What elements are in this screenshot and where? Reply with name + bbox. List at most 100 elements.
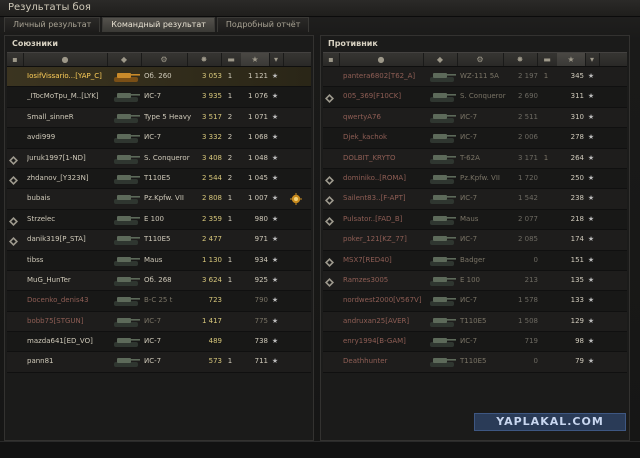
player-row[interactable]: tibss Maus 1 130 1 934 ★ [7,250,311,271]
player-row[interactable]: bubais Pz.Kpfw. VII 2 808 1 1 007 ★ [7,189,311,210]
medal-icon[interactable] [290,193,302,206]
tank-name: ИС-7 [144,357,162,366]
player-row[interactable]: Strzelec E 100 2 359 1 980 ★ [7,209,311,231]
tank-type-column-icon[interactable]: ◆ [107,53,142,66]
bottom-bar [0,441,640,458]
tank-name: В-С 25 t [144,296,173,305]
player-row[interactable]: poker_121[KZ_77] ИС-7 2 085 174 ★ [323,230,627,251]
player-row[interactable]: MuG_HunTer Об. 268 3 624 1 925 ★ [7,270,311,292]
tank-name: ИС-7 [460,296,478,305]
star-icon: ★ [587,235,595,244]
platoon-icon [9,154,18,165]
frags-value: 1 [543,72,549,80]
frags-value [541,271,551,290]
player-row[interactable]: Ramzes3005 E 100 213 135 ★ [323,270,627,292]
player-row[interactable]: Pulsator..[FAD_B] Maus 2 077 218 ★ [323,209,627,231]
frags-column-icon[interactable]: ▬ [537,53,558,66]
player-column-icon[interactable]: ● [339,53,424,66]
xp-column-icon[interactable]: ★ [557,53,586,66]
frags-value [541,230,551,249]
player-column-icon[interactable]: ● [23,53,108,66]
tank-icon [427,151,457,166]
xp-value: 971 [254,235,268,244]
player-row[interactable]: _ITocMoTpu_M..[LYK] ИС-7 3 935 1 1 076 ★ [7,87,311,108]
allies-title: Союзники [12,39,58,48]
enemies-panel: Противник ▪ ● ◆ ⚙ ✸ ▬ ★ ▾ pantera6802[T6… [320,35,630,441]
damage-column-icon[interactable]: ✸ [503,53,538,66]
frags-value [225,332,235,351]
tank-name: Maus [460,214,479,223]
tank-icon [111,191,141,206]
xp-column-icon[interactable]: ★ [241,53,270,66]
damage-column-icon[interactable]: ✸ [187,53,222,66]
star-icon: ★ [271,357,279,366]
player-name: qwertyA76 [343,112,381,121]
player-name: Pulsator..[FAD_B] [343,214,403,223]
damage-value: 0 [533,357,538,366]
tab-personal-result[interactable]: Личный результат [4,17,101,32]
player-row[interactable]: 005_369[F10CK] S. Conqueror 2 690 311 ★ [323,87,627,108]
xp-value: 278 [570,133,584,142]
xp-value: 310 [570,112,584,121]
damage-value: 719 [524,337,538,346]
player-row[interactable]: bobb75[STGUN] ИС-7 1 417 775 ★ [7,311,311,333]
tank-name: Maus [144,255,163,264]
tank-column-icon[interactable]: ⚙ [141,53,188,66]
player-name: nordwest2000[V567V] [343,296,422,305]
xp-value: 934 [254,255,268,264]
allies-panel: Союзники ▪ ● ◆ ⚙ ✸ ▬ ★ ▾ IosifVissario..… [4,35,314,441]
tank-name: T-62A [460,153,480,162]
player-name: Strzelec [27,214,56,223]
tank-column-icon[interactable]: ⚙ [457,53,504,66]
tank-name: E 100 [460,275,481,284]
platoon-column-icon[interactable]: ▪ [323,53,340,66]
tank-name: Pz.Kpfw. VII [144,194,184,203]
player-row[interactable]: Juruk1997[1-ND] S. Conqueror 3 408 2 1 048 ★ [7,148,311,169]
player-row[interactable]: IosifVissario...[YAP_C] Об. 260 3 053 1 1 12… [7,67,311,88]
tank-icon [427,232,457,247]
star-icon: ★ [587,296,595,305]
tank-type-column-icon[interactable]: ◆ [423,53,458,66]
xp-value: 218 [570,214,584,223]
star-icon: ★ [587,72,595,80]
damage-value: 1 578 [517,296,538,305]
tab-detailed-report[interactable]: Подробный отчёт [216,17,310,32]
player-name: mazda641[ED_VO] [27,337,93,346]
star-icon: ★ [587,337,595,346]
damage-value: 213 [524,275,538,284]
medals-column-icon[interactable]: ▾ [269,53,284,66]
player-name: danik319[P_STA] [27,235,86,244]
player-row[interactable]: zhdanov_[Y323N] T110E5 2 544 2 1 045 ★ [7,168,311,190]
player-row[interactable]: Djek_kachok ИС-7 2 006 278 ★ [323,128,627,149]
tab-team-result[interactable]: Командный результат [102,17,215,32]
xp-value: 174 [570,235,584,244]
battle-results-window: Результаты боя Личный результат Командны… [0,0,640,458]
player-row[interactable]: nordwest2000[V567V] ИС-7 1 578 133 ★ [323,291,627,312]
damage-value: 1 720 [517,173,538,182]
player-row[interactable]: Small_sinneR Type 5 Heavy 3 517 2 1 071 ★ [7,107,311,129]
player-row[interactable]: Sailent83..[F-APT] ИС-7 1 542 238 ★ [323,189,627,210]
player-row[interactable]: mazda641[ED_VO] ИС-7 489 738 ★ [7,332,311,353]
medals-column-icon[interactable]: ▾ [585,53,600,66]
tank-icon [111,314,141,329]
frags-column-icon[interactable]: ▬ [221,53,242,66]
tank-name: T110E5 [144,173,171,182]
star-icon: ★ [271,235,279,244]
player-row[interactable]: pann81 ИС-7 573 1 711 ★ [7,352,311,373]
player-row[interactable]: qwertyA76 ИС-7 2 511 310 ★ [323,107,627,129]
player-row[interactable]: MSX7[RED40] Badger 0 151 ★ [323,250,627,271]
player-row[interactable]: Docenko_denis43 В-С 25 t 723 790 ★ [7,291,311,312]
player-row[interactable]: enry1994[B-GAM] ИС-7 719 98 ★ [323,332,627,353]
tank-icon [427,293,457,308]
player-row[interactable]: pantera6802[T62_A] WZ-111 5A 2 197 1 345 ★ [323,67,627,88]
player-row[interactable]: danik319[P_STA] T110E5 2 477 971 ★ [7,230,311,251]
tank-icon [111,69,141,84]
player-name: MuG_HunTer [27,275,71,284]
platoon-column-icon[interactable]: ▪ [7,53,24,66]
player-row[interactable]: DOLBIT_KRYTO T-62A 3 171 1 264 ★ [323,148,627,169]
player-row[interactable]: Deathhunter T110E5 0 79 ★ [323,352,627,373]
player-row[interactable]: avdi999 ИС-7 3 332 2 1 068 ★ [7,128,311,149]
player-row[interactable]: dominiko..[ROMA] Pz.Kpfw. VII 1 720 250 ★ [323,168,627,190]
player-row[interactable]: andruxan25[AVER] T110E5 1 508 129 ★ [323,311,627,333]
damage-value: 3 517 [201,112,222,121]
